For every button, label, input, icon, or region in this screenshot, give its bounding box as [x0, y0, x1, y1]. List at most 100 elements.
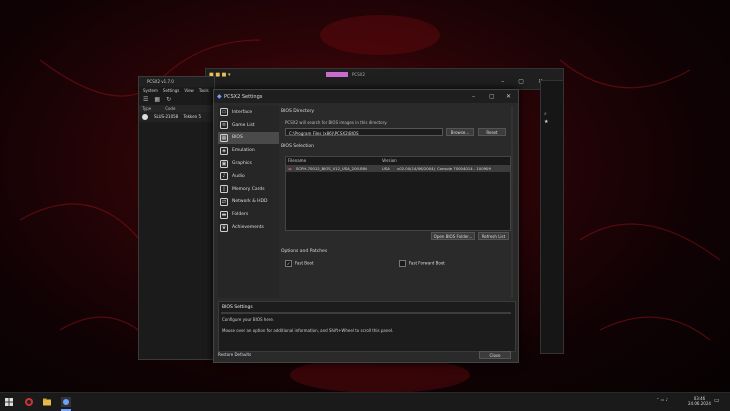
col-filename[interactable]: Filename [288, 158, 306, 163]
date: 24.06.2024 [688, 401, 711, 406]
fast-forward-boot-checkbox[interactable] [399, 260, 406, 267]
col-version[interactable]: Version [382, 158, 397, 163]
fast-forward-boot-option[interactable]: Fast Forward Boot [399, 260, 445, 267]
emulation-icon: ◈ [220, 146, 228, 155]
sidebar-item-game-list[interactable]: ≡ Game List [218, 119, 279, 132]
bios-directory-heading: BIOS Directory [281, 109, 314, 114]
game-row[interactable]: SLUS-21058 Tekken 5 [139, 112, 214, 122]
memory-card-icon: ▯ [220, 185, 228, 194]
list-view-icon[interactable]: ☰ [143, 96, 148, 103]
network-icon: ⇄ [220, 197, 228, 206]
main-menubar: System Settings View Tools [139, 87, 214, 95]
pcsx2-taskbar-icon[interactable] [61, 397, 71, 407]
menu-tools[interactable]: Tools [199, 88, 209, 93]
scrollbar[interactable] [511, 106, 513, 298]
info-title: BIOS Settings [222, 305, 253, 310]
info-panel: BIOS Settings Configure your BIOS here. … [218, 301, 516, 352]
star-icon[interactable]: ★ [544, 119, 548, 125]
reset-button[interactable]: Reset [478, 128, 506, 136]
sidebar-item-label: Achievements [232, 225, 264, 231]
open-bios-folder-button[interactable]: Open BIOS Folder... [431, 232, 475, 240]
sidebar-item-interface[interactable]: ▭ Interface [218, 106, 279, 119]
sidebar-item-label: Emulation [232, 148, 255, 154]
col-type[interactable]: Type [142, 106, 151, 111]
bios-directory-description: PCSX2 will search for BIOS images in thi… [285, 120, 388, 125]
sidebar-item-label: Network & HDD [232, 199, 268, 205]
sidebar-item-label: Folders [232, 212, 249, 218]
pcsx2-main-window: PCSX2 v1.7.0 System Settings View Tools ☰ ▦ ↻… [138, 76, 215, 360]
fast-boot-option[interactable]: ✓ Fast Boot [285, 260, 314, 267]
speaker-icon: ♪ [220, 172, 228, 181]
notification-icon[interactable]: ▭ [714, 397, 720, 404]
sidebar-item-folders[interactable]: ▬ Folders [218, 208, 279, 221]
bios-table: Filename Version ▬ SCPH-70012_BIOS_V12_U… [285, 156, 511, 231]
sidebar-item-label: Memory Cards [232, 186, 265, 192]
image-icon: ▣ [220, 159, 228, 168]
search-icon[interactable]: ⌕ [544, 111, 547, 117]
settings-sidebar: ▭ Interface ≡ Game List ▦ BIOS ◈ Emulation ▣ Grap… [218, 106, 279, 298]
sidebar-item-audio[interactable]: ♪ Audio [218, 170, 279, 183]
info-line-2: Mouse over an option for additional info… [222, 328, 394, 333]
trophy-icon: ♛ [220, 223, 228, 232]
sidebar-item-bios[interactable]: ▦ BIOS [218, 131, 279, 145]
fast-forward-boot-label: Fast Forward Boot [409, 260, 445, 266]
dialog-title: PCSX2 Settings [224, 94, 263, 100]
sidebar-item-label: Graphics [232, 161, 252, 167]
options-heading: Options and Patches [281, 249, 328, 254]
bios-type: Console 70004014 - 100909 [437, 166, 491, 171]
app-icon-red[interactable] [24, 397, 34, 407]
sidebar-item-label: Game List [232, 122, 255, 128]
disc-icon [142, 114, 148, 120]
tray-icons[interactable]: ⌃ ▭ ♪ [656, 397, 668, 402]
sidebar-item-label: Audio [232, 173, 245, 179]
bios-selection-heading: BIOS Selection [281, 144, 314, 149]
fast-boot-label: Fast Boot [295, 260, 314, 266]
maximize-icon[interactable]: ▢ [489, 93, 495, 100]
explorer-tab-highlight [326, 72, 348, 77]
taskbar: ⌃ ▭ ♪ 03:46 24.06.2024 ▭ [0, 392, 730, 411]
menu-settings[interactable]: Settings [163, 88, 179, 93]
main-toolbar: ☰ ▦ ↻ [139, 95, 214, 105]
chip-icon: ▦ [220, 133, 228, 142]
windows-start-icon[interactable] [4, 397, 14, 407]
game-title: Tekken 5 [183, 114, 202, 119]
sidebar-item-network-hdd[interactable]: ⇄ Network & HDD [218, 196, 279, 209]
game-list-header: Type Code [139, 105, 214, 112]
explorer-sidepanel: ⌕ ★ [540, 80, 564, 354]
flag-icon: ▬ [288, 166, 292, 171]
main-title: PCSX2 v1.7.0 [139, 77, 214, 87]
monitor-icon: ▭ [220, 108, 228, 117]
bios-filename: SCPH-70012_BIOS_V12_USA_200.BIN [296, 166, 367, 171]
minimize-icon[interactable]: – [472, 93, 475, 100]
file-explorer-icon[interactable] [42, 397, 52, 407]
clock[interactable]: 03:46 24.06.2024 [688, 396, 711, 406]
list-icon: ≡ [220, 121, 228, 130]
restore-defaults-button[interactable]: Restore Defaults [218, 351, 258, 359]
explorer-window: ■ ■ ■ ▾ PCSX2 –▢✕ [205, 68, 564, 90]
fast-boot-checkbox[interactable]: ✓ [285, 260, 292, 267]
menu-view[interactable]: View [184, 88, 194, 93]
close-icon[interactable]: ✕ [506, 93, 511, 100]
bios-path-input[interactable]: C:\Program Files (x86)\PCSX2\BIOS [285, 128, 443, 136]
bios-version: v02.00(14/06/2004) [397, 166, 435, 171]
sidebar-item-emulation[interactable]: ◈ Emulation [218, 144, 279, 157]
dialog-titlebar: ◆ PCSX2 Settings – ▢ ✕ [214, 90, 518, 103]
game-code: SLUS-21058 [154, 114, 179, 119]
browse-button[interactable]: Browse... [446, 128, 474, 136]
settings-dialog: ◆ PCSX2 Settings – ▢ ✕ ▭ Interface ≡ Game L… [213, 89, 519, 363]
sidebar-item-achievements[interactable]: ♛ Achievements [218, 221, 279, 234]
col-code[interactable]: Code [165, 106, 175, 111]
info-divider [221, 312, 511, 314]
refresh-list-button[interactable]: Refresh List [478, 232, 509, 240]
sidebar-item-graphics[interactable]: ▣ Graphics [218, 157, 279, 170]
menu-system[interactable]: System [143, 88, 158, 93]
pcsx2-logo-icon: ◆ [217, 93, 222, 100]
explorer-tab-title: PCSX2 [352, 72, 366, 77]
refresh-icon[interactable]: ↻ [166, 96, 171, 103]
bios-row[interactable]: ▬ SCPH-70012_BIOS_V12_USA_200.BIN USA v0… [286, 165, 510, 172]
sidebar-item-memory-cards[interactable]: ▯ Memory Cards [218, 183, 279, 196]
bios-region: USA [382, 166, 390, 171]
close-button[interactable]: Close [479, 351, 511, 359]
info-line-1: Configure your BIOS here. [222, 317, 275, 322]
grid-view-icon[interactable]: ▦ [154, 96, 160, 103]
